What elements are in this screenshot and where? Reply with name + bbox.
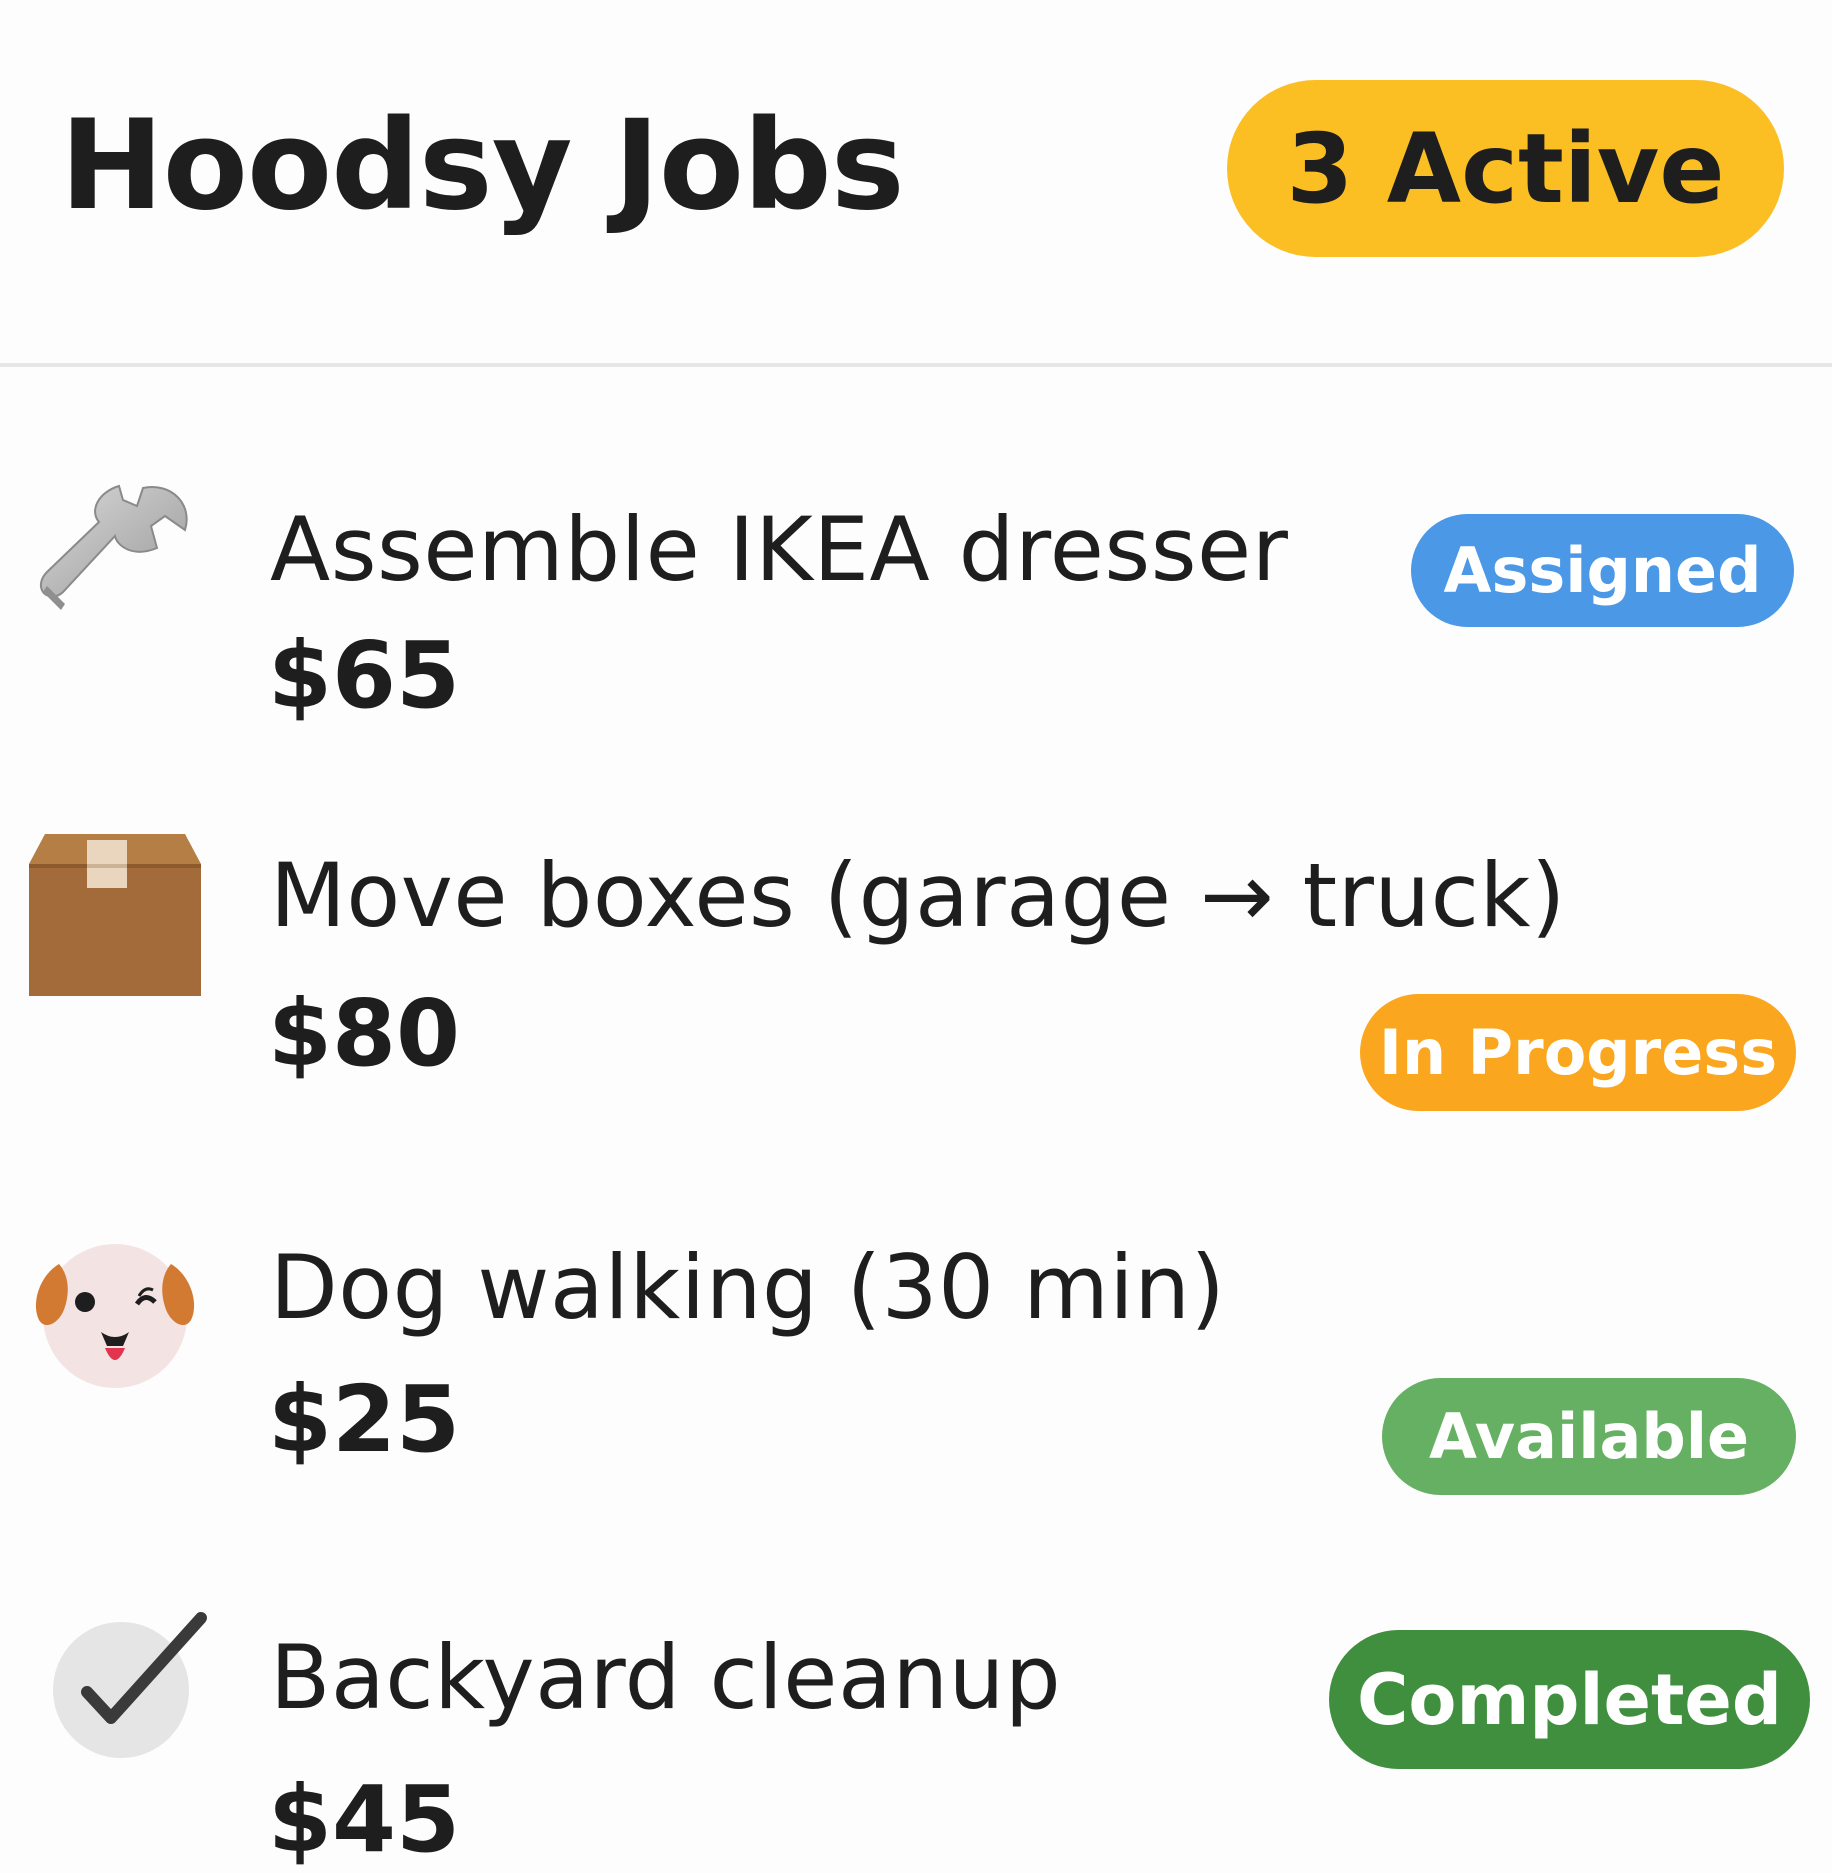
job-price: $80: [268, 980, 461, 1087]
status-badge-available: Available: [1382, 1378, 1796, 1495]
header: Hoodsy Jobs 3 Active: [0, 0, 1832, 366]
job-title: Dog walking (30 min): [270, 1236, 1226, 1339]
job-item-assemble-dresser[interactable]: Assemble IKEA dresser $65 Assigned: [0, 470, 1832, 770]
active-jobs-badge[interactable]: 3 Active: [1227, 80, 1784, 257]
job-title: Assemble IKEA dresser: [270, 498, 1289, 601]
job-price: $45: [268, 1766, 461, 1873]
job-item-dog-walking[interactable]: Dog walking (30 min) $25 Available: [0, 1220, 1832, 1520]
job-title: Backyard cleanup: [270, 1626, 1062, 1729]
status-badge-assigned: Assigned: [1411, 514, 1794, 627]
header-divider: [0, 363, 1832, 367]
job-title: Move boxes (garage → truck): [270, 844, 1566, 947]
dog-face-icon: [25, 1220, 205, 1400]
package-box-icon: [25, 832, 205, 1012]
job-price: $65: [268, 622, 461, 729]
checkmark-circle-icon: [45, 1610, 225, 1790]
job-item-move-boxes[interactable]: Move boxes (garage → truck) $80 In Progr…: [0, 820, 1832, 1140]
job-price: $25: [268, 1366, 461, 1473]
wrench-icon: [25, 470, 205, 650]
job-item-backyard-cleanup[interactable]: Backyard cleanup $45 Completed: [0, 1610, 1832, 1870]
status-badge-in-progress: In Progress: [1360, 994, 1796, 1111]
page-title: Hoodsy Jobs: [60, 94, 905, 238]
status-badge-completed: Completed: [1329, 1630, 1810, 1769]
